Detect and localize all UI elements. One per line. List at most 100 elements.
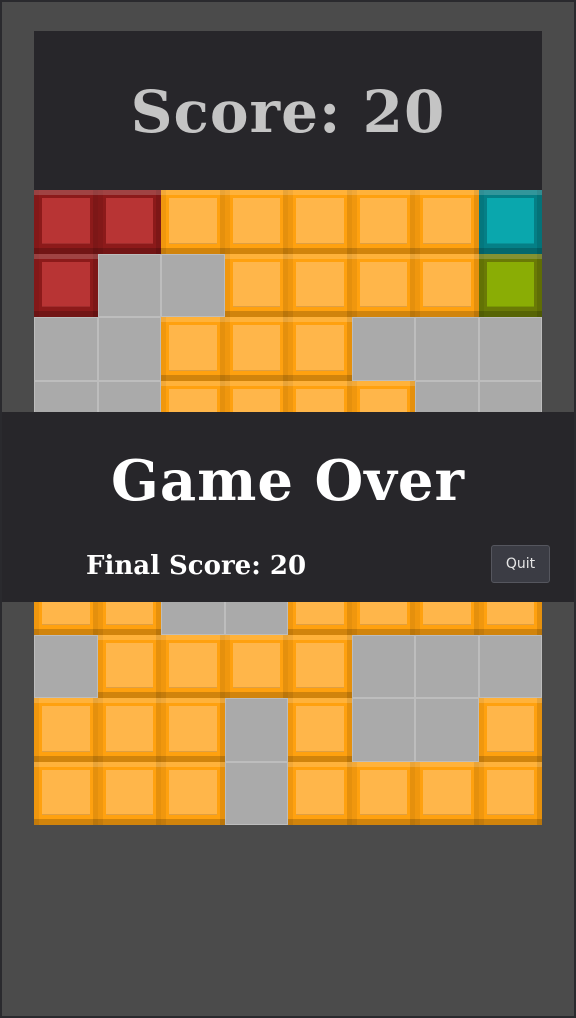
block-face [423, 769, 471, 815]
score-display: Score: 20 [130, 77, 446, 146]
block-tile [161, 698, 225, 762]
board-cell-empty [34, 634, 98, 698]
block-tile [34, 253, 98, 317]
board-cell-block [478, 761, 542, 825]
block-tile [161, 761, 225, 825]
block-face [105, 642, 153, 688]
block-face [169, 642, 217, 688]
board-cell-block [478, 253, 542, 317]
board-cell-block [34, 761, 98, 825]
block-face [296, 706, 344, 752]
board-cell-block [351, 253, 415, 317]
block-tile [97, 698, 161, 762]
block-tile [97, 761, 161, 825]
block-face [486, 769, 534, 815]
block-face [169, 769, 217, 815]
block-tile [478, 190, 542, 254]
board-cell-block [415, 253, 479, 317]
block-tile [478, 253, 542, 317]
board-cell-block [161, 190, 225, 254]
block-tile [288, 698, 352, 762]
block-face [169, 706, 217, 752]
block-tile [224, 634, 288, 698]
board-cell-block [161, 698, 225, 762]
block-face [296, 261, 344, 307]
block-tile [288, 190, 352, 254]
board-cell-block [478, 698, 542, 762]
board-cell-block [97, 634, 161, 698]
block-tile [415, 253, 479, 317]
block-tile [224, 190, 288, 254]
board-cell-block [288, 317, 352, 381]
board-cell-empty [415, 698, 479, 762]
board-cell-empty [224, 761, 288, 825]
board-cell-empty [351, 634, 415, 698]
board-cell-block [34, 190, 98, 254]
board-cell-block [288, 761, 352, 825]
block-face [486, 261, 534, 307]
block-face [423, 198, 471, 244]
block-tile [351, 253, 415, 317]
block-face [42, 198, 90, 244]
board-cell-empty [415, 634, 479, 698]
board-cell-block [478, 190, 542, 254]
block-tile [288, 253, 352, 317]
board-cell-block [224, 317, 288, 381]
board-cell-block [224, 190, 288, 254]
board-cell-block [288, 190, 352, 254]
block-face [105, 769, 153, 815]
board-cell-empty [97, 317, 161, 381]
board-cell-empty [415, 317, 479, 381]
board-cell-empty [161, 253, 225, 317]
board-cell-block [161, 761, 225, 825]
block-face [296, 642, 344, 688]
block-tile [288, 317, 352, 381]
game-over-title: Game Over [111, 448, 465, 514]
block-tile [288, 634, 352, 698]
block-tile [351, 761, 415, 825]
block-face [169, 198, 217, 244]
block-face [232, 261, 280, 307]
block-face [296, 325, 344, 371]
block-face [359, 769, 407, 815]
board-cell-block [415, 761, 479, 825]
block-tile [161, 317, 225, 381]
block-tile [224, 253, 288, 317]
board-cell-block [34, 253, 98, 317]
block-tile [415, 190, 479, 254]
block-tile [351, 190, 415, 254]
board-cell-block [415, 190, 479, 254]
board-cell-block [288, 253, 352, 317]
block-tile [415, 761, 479, 825]
quit-button[interactable]: Quit [491, 545, 550, 583]
block-tile [161, 634, 225, 698]
block-tile [478, 698, 542, 762]
board-cell-block [97, 190, 161, 254]
board-cell-block [288, 698, 352, 762]
block-tile [161, 190, 225, 254]
board-cell-block [161, 634, 225, 698]
board-cell-empty [224, 698, 288, 762]
block-tile [288, 761, 352, 825]
block-tile [97, 634, 161, 698]
block-face [105, 198, 153, 244]
board-cell-block [224, 634, 288, 698]
block-face [232, 325, 280, 371]
block-face [359, 198, 407, 244]
board-cell-empty [351, 698, 415, 762]
block-face [232, 198, 280, 244]
score-panel: Score: 20 [34, 31, 542, 190]
block-face [486, 198, 534, 244]
board-cell-block [351, 761, 415, 825]
block-face [42, 769, 90, 815]
board-cell-empty [351, 317, 415, 381]
block-tile [97, 190, 161, 254]
block-face [296, 198, 344, 244]
board-cell-block [97, 698, 161, 762]
block-face [423, 261, 471, 307]
board-cell-block [288, 634, 352, 698]
board-cell-block [97, 761, 161, 825]
board-cell-block [34, 698, 98, 762]
board-cell-block [161, 317, 225, 381]
block-face [169, 325, 217, 371]
